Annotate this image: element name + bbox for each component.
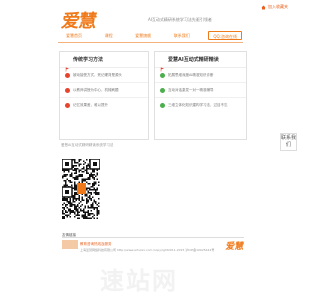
contact-sidebar-tab[interactable]: 联系我们 [280,133,297,151]
footer-divider [62,237,244,238]
nav-item-flagship[interactable]: 爱慧旗舰 [131,31,155,40]
nav-item-courses[interactable]: 课程 [101,31,117,40]
qr-code [62,159,100,221]
flag-icon [160,57,165,72]
flag-icon [65,57,70,72]
cross-icon [65,103,70,108]
watermark: 速站网 [100,267,178,295]
nav-item-qq[interactable]: QQ:咨询在线 [208,31,242,40]
panel-title: 传统学习方法 [73,57,104,63]
add-favorite-label: 加入收藏夹 [268,4,288,9]
site-logo[interactable]: 爱慧 [60,7,99,33]
list-item: 互动对话激发一对一精准辅导 [155,83,246,98]
panel-title: 爱慧AI互动式精研精读 [168,57,219,63]
list-item: 以教师讲授为中心，机械刷题 [60,83,148,98]
panel-header: 爱慧AI互动式精研精读 [155,52,246,72]
nav-item-home[interactable]: 爱慧首页 [62,31,86,40]
list-item: 被动接受方式，死记硬背是源头 [60,68,148,83]
main-nav: 爱慧首页 课程 爱慧旗舰 联系我们 QQ:咨询在线 [62,31,242,40]
panel-header: 传统学习方法 [60,52,148,72]
traditional-method-panel: 传统学习方法 被动接受方式，死记硬背是源头 以教师讲授为中心，机械刷题 记忆效果… [59,51,149,140]
check-icon [160,72,165,78]
home-icon [261,5,266,10]
footer-link[interactable]: 教育咨询热线及服务 [80,242,112,247]
list-item: 拓展思维深度AI精准知识诊断 [155,68,246,83]
list-item: 记忆效果差，难以提升 [60,98,148,113]
footnote: 爱慧AI互动式精研精读系统学习法 [61,143,114,147]
site-slogan: AI互动式精研系统学习法先驱引领者 [148,17,212,22]
footer-logo-image [62,240,78,249]
add-favorite-link[interactable]: 加入收藏夹 [261,4,288,10]
nav-item-contact[interactable]: 联系我们 [170,31,194,40]
check-icon [160,103,165,108]
check-icon [160,87,165,93]
cross-icon [65,72,70,78]
list-item: 三维立体化知识建构学习法，过目不忘 [155,98,246,113]
copyright-text: 上海爱慧网络科技有限公司 http://www.aihuixx.com Copy… [80,248,215,252]
cross-icon [65,87,70,93]
nav-divider [58,42,243,43]
footer-brand-logo: 爱慧 [224,242,245,252]
aihui-method-panel: 爱慧AI互动式精研精读 拓展思维深度AI精准知识诊断 互动对话激发一对一精准辅导… [154,51,247,140]
